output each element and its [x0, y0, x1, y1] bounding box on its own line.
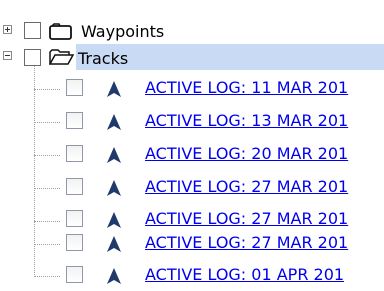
- track-item[interactable]: ACTIVE LOG: 27 MAR 201: [0, 231, 384, 257]
- track-item[interactable]: ACTIVE LOG: 13 MAR 201: [0, 109, 384, 135]
- track-link[interactable]: ACTIVE LOG: 01 APR 201: [145, 265, 344, 285]
- track-checkbox[interactable]: [66, 234, 83, 251]
- track-checkbox[interactable]: [66, 145, 83, 162]
- track-link[interactable]: ACTIVE LOG: 11 MAR 201: [145, 78, 348, 98]
- folder-open-icon: [49, 49, 75, 65]
- track-icon: [107, 236, 121, 252]
- track-icon: [107, 147, 121, 163]
- track-icon: [107, 212, 121, 228]
- track-item[interactable]: ACTIVE LOG: 20 MAR 201: [0, 142, 384, 168]
- track-link[interactable]: ACTIVE LOG: 20 MAR 201: [145, 144, 348, 164]
- track-item[interactable]: ACTIVE LOG: 27 MAR 201: [0, 175, 384, 201]
- tracks-label: Tracks: [78, 49, 129, 68]
- track-icon: [107, 114, 121, 130]
- minus-icon: [5, 55, 10, 56]
- track-checkbox[interactable]: [66, 266, 83, 283]
- track-checkbox[interactable]: [66, 79, 83, 96]
- track-icon: [107, 268, 121, 284]
- waypoints-label: Waypoints: [81, 22, 165, 41]
- track-checkbox[interactable]: [66, 178, 83, 195]
- track-item[interactable]: ACTIVE LOG: 11 MAR 201: [0, 76, 384, 102]
- track-icon: [107, 81, 121, 97]
- track-item[interactable]: ACTIVE LOG: 01 APR 201: [0, 263, 384, 289]
- track-link[interactable]: ACTIVE LOG: 27 MAR 201: [145, 233, 348, 253]
- track-icon: [107, 180, 121, 196]
- track-link[interactable]: ACTIVE LOG: 27 MAR 201: [145, 209, 348, 229]
- layer-tree: Waypoints Tracks ACTIVE LOG: 11 MAR 201 …: [0, 0, 384, 291]
- track-checkbox[interactable]: [66, 112, 83, 129]
- waypoints-checkbox[interactable]: [24, 22, 41, 39]
- folder-closed-icon: [49, 23, 72, 40]
- track-item[interactable]: ACTIVE LOG: 27 MAR 201: [0, 207, 384, 233]
- tree-node-tracks[interactable]: Tracks: [0, 44, 384, 70]
- collapse-button[interactable]: [3, 51, 12, 60]
- track-link[interactable]: ACTIVE LOG: 27 MAR 201: [145, 177, 348, 197]
- track-link[interactable]: ACTIVE LOG: 13 MAR 201: [145, 111, 348, 131]
- plus-icon-vertical: [7, 27, 8, 32]
- tree-node-waypoints[interactable]: Waypoints: [0, 18, 384, 44]
- expand-button[interactable]: [3, 25, 12, 34]
- track-checkbox[interactable]: [66, 210, 83, 227]
- tracks-checkbox[interactable]: [24, 49, 41, 66]
